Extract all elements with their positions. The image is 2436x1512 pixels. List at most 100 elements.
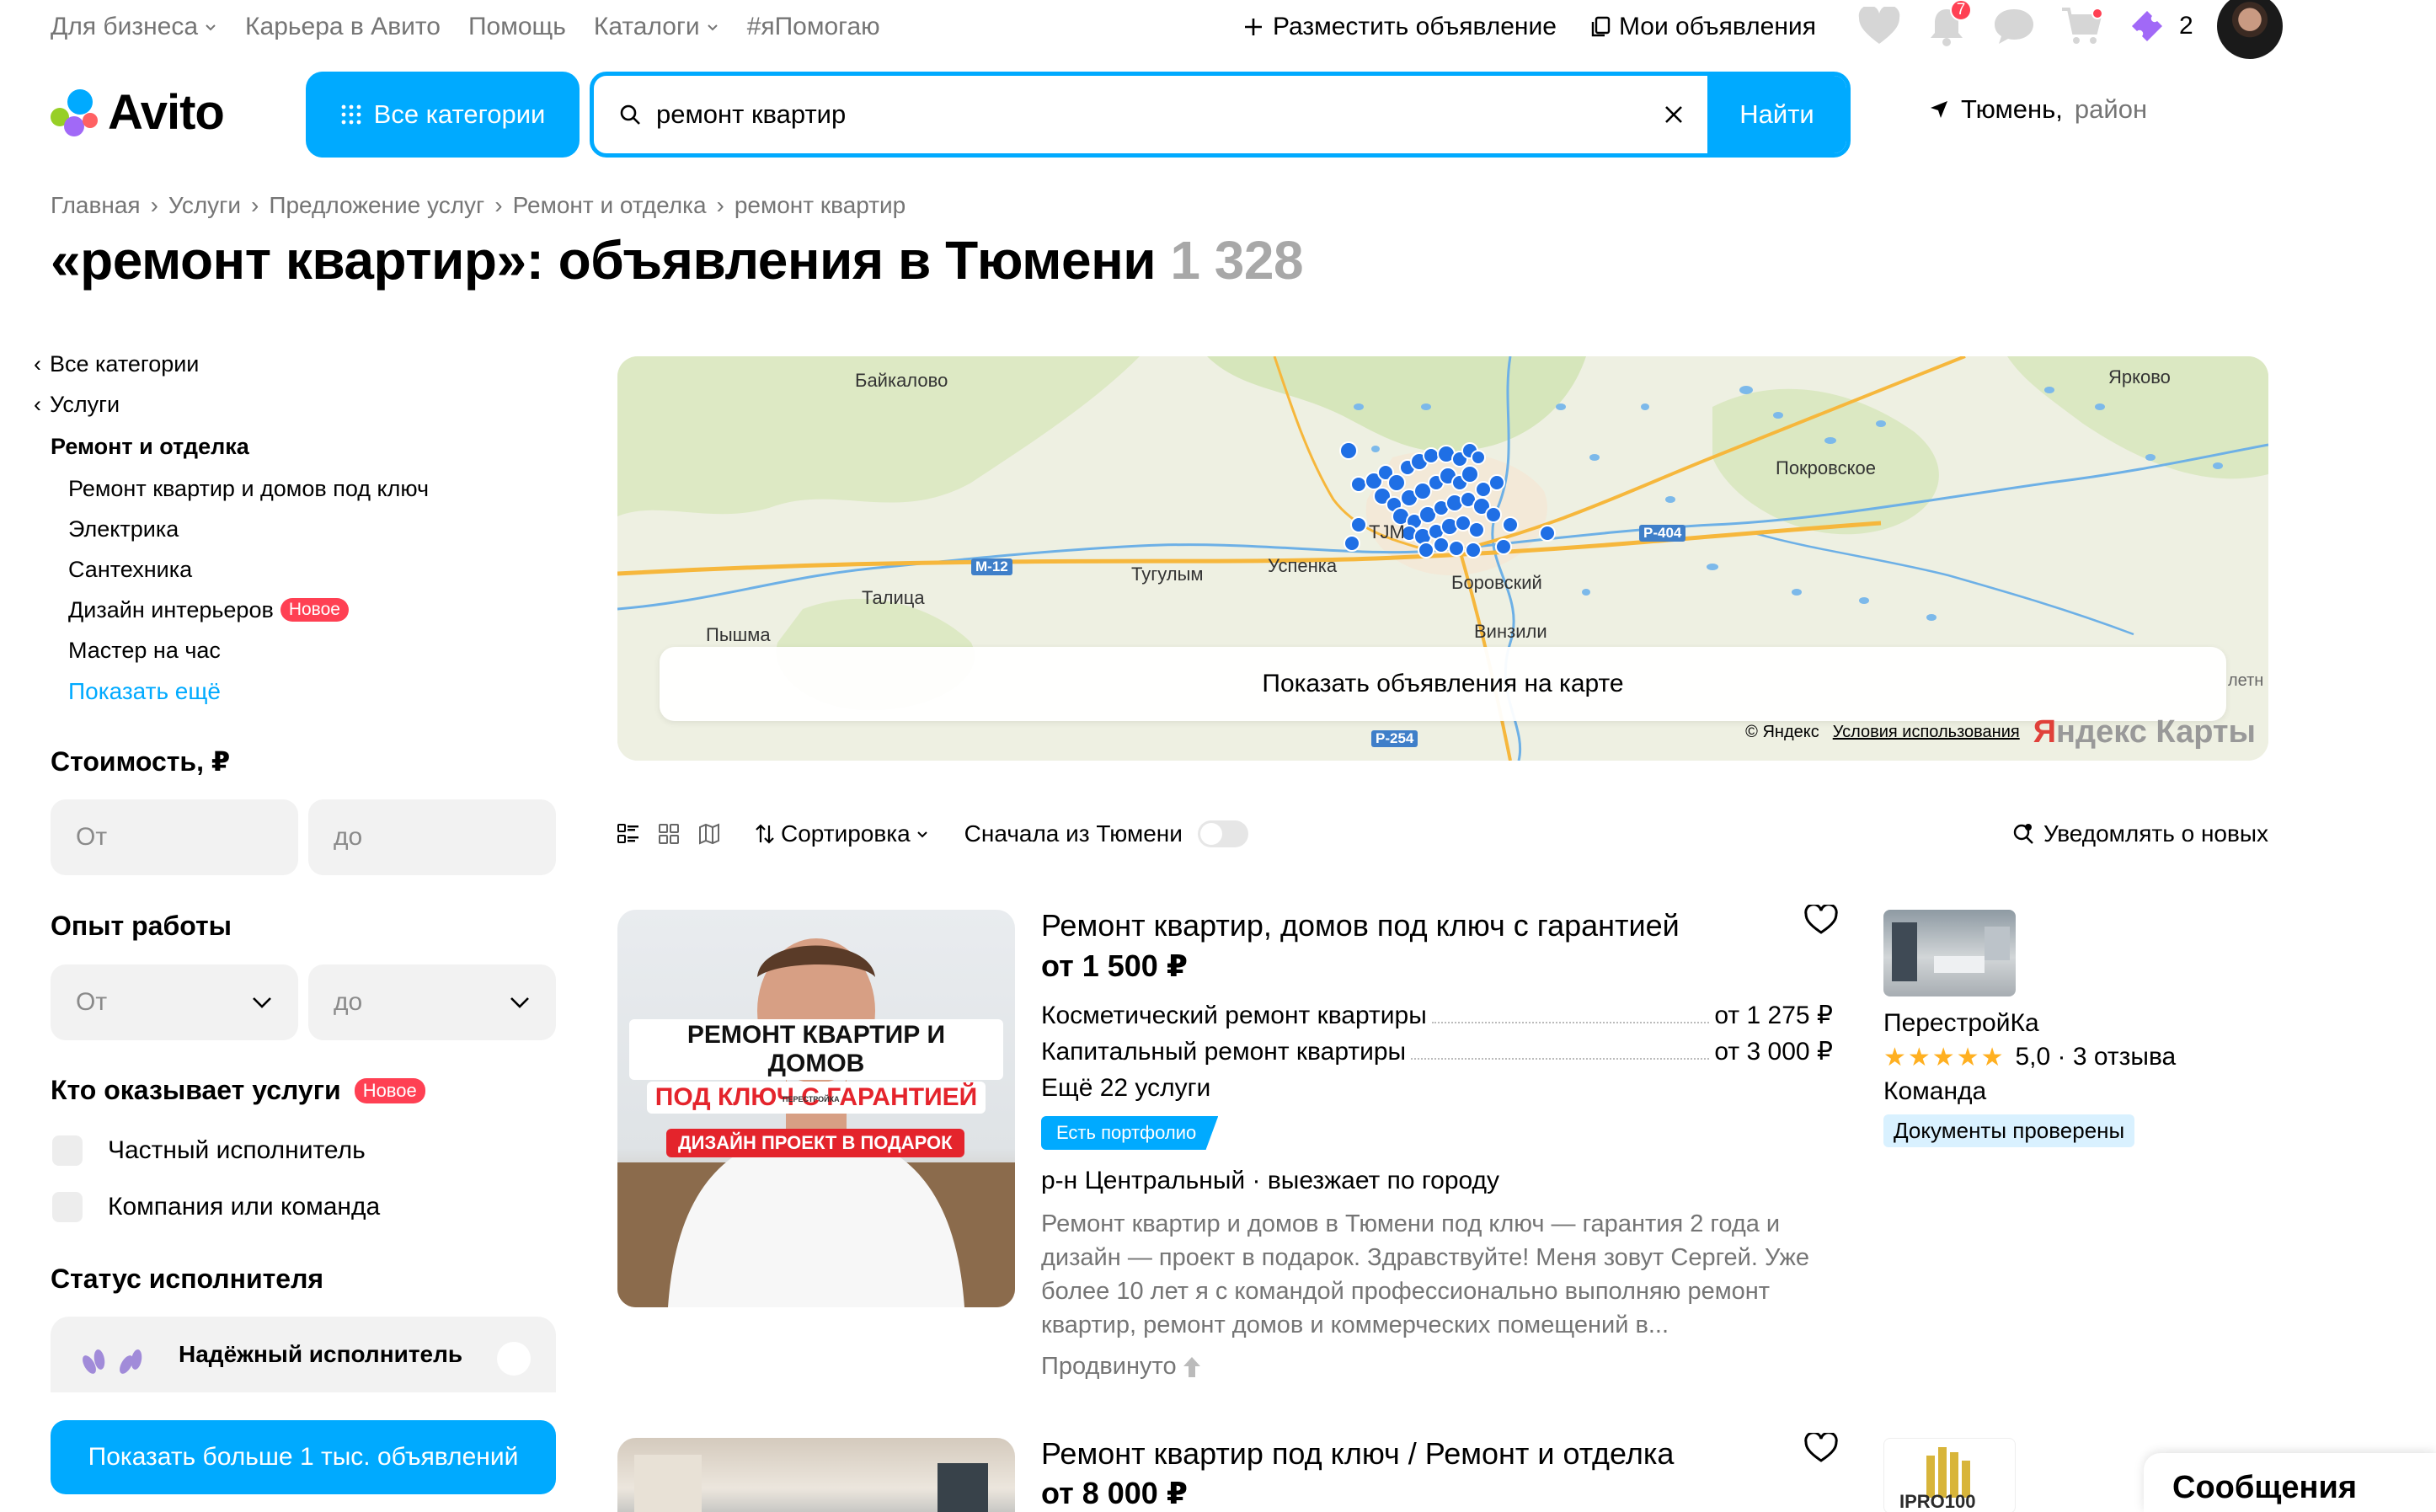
breadcrumb-repair[interactable]: Ремонт и отделка bbox=[513, 192, 707, 219]
results-count: 1 328 bbox=[1170, 230, 1304, 291]
sidebar-item-electrics[interactable]: Электрика bbox=[34, 509, 564, 549]
toggle-switch[interactable] bbox=[1197, 820, 1248, 847]
breadcrumb-offers[interactable]: Предложение услуг bbox=[269, 192, 484, 219]
nav-catalogs[interactable]: Каталоги bbox=[594, 13, 719, 41]
breadcrumb-separator: › bbox=[150, 192, 158, 218]
chat-bubble-icon[interactable] bbox=[1992, 4, 2036, 48]
private-provider-checkbox[interactable]: Частный исполнитель bbox=[52, 1135, 366, 1166]
sidebar-item-plumbing[interactable]: Сантехника bbox=[34, 549, 564, 590]
breadcrumb-current[interactable]: ремонт квартир bbox=[735, 192, 905, 219]
reliable-provider-toggle[interactable]: Надёжный исполнитель bbox=[51, 1317, 556, 1392]
map-label-pyshma: Пышма bbox=[706, 624, 771, 645]
all-categories-button[interactable]: Все категории bbox=[306, 72, 580, 158]
experience-to-select[interactable]: до bbox=[308, 964, 556, 1040]
map-label-yarkovo: Ярково bbox=[2108, 366, 2171, 387]
chevron-down-icon bbox=[253, 997, 271, 1008]
promo-ticket-icon[interactable]: 2 bbox=[2127, 4, 2193, 48]
show-more-categories-link[interactable]: Показать ещё bbox=[34, 671, 564, 713]
grid-view-icon[interactable] bbox=[658, 823, 680, 845]
back-services[interactable]: ‹ Услуги bbox=[34, 384, 564, 425]
chevron-down-icon bbox=[510, 997, 529, 1008]
map-view-icon[interactable] bbox=[698, 823, 720, 845]
company-provider-checkbox[interactable]: Компания или команда bbox=[52, 1192, 380, 1222]
favorites-heart-icon[interactable] bbox=[1857, 4, 1901, 48]
map-label-edge: летн bbox=[2228, 671, 2264, 690]
yandex-maps-logo: Яндекс Карты bbox=[2033, 714, 2256, 750]
toggle-knob bbox=[497, 1342, 531, 1376]
more-services-link[interactable]: Ещё 22 услуги bbox=[1041, 1074, 1833, 1103]
listing-photo[interactable]: РЕМОНТ КВАРТИР И ДОМОВ ПОД КЛЮЧ С ГАРАНТ… bbox=[617, 910, 1015, 1307]
notify-new-button[interactable]: Уведомлять о новых bbox=[2011, 820, 2268, 847]
price-from-input[interactable]: От bbox=[51, 799, 298, 875]
star-rating-icon: ★★★★★ bbox=[1883, 1044, 2006, 1071]
status-filter-title: Статус исполнителя bbox=[51, 1264, 324, 1294]
price-to-input[interactable]: до bbox=[308, 799, 556, 875]
sidebar-item-interior-design[interactable]: Дизайн интерьеров Новое bbox=[34, 590, 564, 630]
listing-title[interactable]: Ремонт квартир, домов под ключ с гаранти… bbox=[1041, 908, 1680, 943]
grid-dots-icon bbox=[341, 104, 361, 125]
map-terms-link[interactable]: Условия использования bbox=[1833, 723, 2020, 742]
service-row: Капитальный ремонт квартиры от 3 000 ₽ bbox=[1041, 1038, 1833, 1066]
nav-business[interactable]: Для бизнеса bbox=[51, 13, 217, 41]
seller-logo[interactable]: IPRO100 bbox=[1883, 1438, 2016, 1512]
results-toolbar: Сортировка Сначала из Тюмени Уведомлять … bbox=[617, 817, 2268, 851]
listing-location: р-н Центральный · выезжает по городу bbox=[1041, 1167, 1500, 1194]
breadcrumb-services[interactable]: Услуги bbox=[168, 192, 241, 219]
checkbox bbox=[52, 1192, 83, 1222]
tyumen-first-toggle[interactable]: Сначала из Тюмени bbox=[964, 820, 1248, 847]
road-m12: М-12 bbox=[971, 558, 1012, 575]
listing-description: Ремонт квартир и домов в Тюмени под ключ… bbox=[1041, 1210, 1809, 1338]
top-actions: Разместить объявление Мои объявления bbox=[1242, 8, 1816, 45]
post-ad-link[interactable]: Разместить объявление bbox=[1242, 13, 1557, 41]
map-label-uspenka: Успенка bbox=[1268, 555, 1338, 576]
checkbox bbox=[52, 1135, 83, 1166]
new-badge: Новое bbox=[354, 1077, 425, 1103]
chevron-down-icon bbox=[916, 831, 927, 838]
map-preview[interactable]: Байкалово Ярково Покровское TJM Успенка … bbox=[617, 356, 2268, 761]
favorite-heart-icon[interactable] bbox=[1804, 1433, 1838, 1463]
show-results-button[interactable]: Показать больше 1 тыс. объявлений bbox=[51, 1420, 556, 1494]
experience-from-select[interactable]: От bbox=[51, 964, 298, 1040]
listing-price: от 8 000 ₽ bbox=[1041, 1476, 1188, 1510]
seller-photo[interactable] bbox=[1883, 910, 2016, 996]
sort-dropdown[interactable]: Сортировка bbox=[754, 820, 929, 847]
map-label-vinzili: Винзили bbox=[1474, 621, 1547, 642]
location-selector[interactable]: Тюмень, район bbox=[1929, 94, 2147, 125]
search-input[interactable]: ремонт квартир bbox=[641, 99, 1640, 130]
notifications-badge: 7 bbox=[1950, 0, 1972, 21]
top-nav: Для бизнеса Карьера в Авито Помощь Катал… bbox=[51, 8, 880, 45]
favorite-heart-icon[interactable] bbox=[1804, 905, 1838, 935]
breadcrumb-separator: › bbox=[251, 192, 259, 218]
sidebar-item-turnkey[interactable]: Ремонт квартир и домов под ключ bbox=[34, 468, 564, 509]
my-ads-link[interactable]: Мои объявления bbox=[1590, 13, 1816, 41]
new-badge: Новое bbox=[280, 598, 349, 622]
map-label-pokrovskoe: Покровское bbox=[1776, 457, 1876, 478]
laurel-icon bbox=[83, 1349, 142, 1374]
nav-yapomogayu[interactable]: #яПомогаю bbox=[747, 13, 880, 41]
list-view-icon[interactable] bbox=[617, 823, 639, 845]
listing-title[interactable]: Ремонт квартир под ключ / Ремонт и отдел… bbox=[1041, 1436, 1674, 1472]
map-label-borovskiy: Боровский bbox=[1451, 572, 1542, 593]
clear-search-button[interactable] bbox=[1640, 76, 1707, 153]
search-submit-button[interactable]: Найти bbox=[1707, 76, 1846, 153]
arrow-up-icon bbox=[1183, 1356, 1200, 1377]
cart-icon[interactable] bbox=[2059, 4, 2103, 48]
logo-dots-icon bbox=[51, 88, 101, 136]
nav-help[interactable]: Помощь bbox=[468, 13, 566, 41]
listing-photo[interactable] bbox=[617, 1438, 1015, 1512]
service-row: Косметический ремонт квартиры от 1 275 ₽ bbox=[1041, 1002, 1833, 1029]
avito-logo[interactable]: Avito bbox=[51, 84, 225, 141]
nav-career[interactable]: Карьера в Авито bbox=[245, 13, 441, 41]
sidebar-item-handyman[interactable]: Мастер на час bbox=[34, 630, 564, 671]
messages-panel[interactable]: Сообщения bbox=[2144, 1453, 2436, 1512]
documents-verified-badge: Документы проверены bbox=[1883, 1114, 2135, 1147]
user-avatar[interactable] bbox=[2216, 0, 2283, 59]
show-on-map-button[interactable]: Показать объявления на карте bbox=[660, 647, 2226, 721]
map-label-baykalovo: Байкалово bbox=[855, 370, 948, 391]
breadcrumb-home[interactable]: Главная bbox=[51, 192, 141, 219]
price-filter-title: Стоимость, ₽ bbox=[51, 746, 231, 777]
sort-arrows-icon bbox=[756, 824, 774, 844]
notifications-bell-icon[interactable]: 7 bbox=[1925, 0, 1972, 48]
seller-name[interactable]: ПерестройКа bbox=[1883, 1009, 2039, 1038]
back-all-categories[interactable]: ‹ Все категории bbox=[34, 344, 564, 384]
